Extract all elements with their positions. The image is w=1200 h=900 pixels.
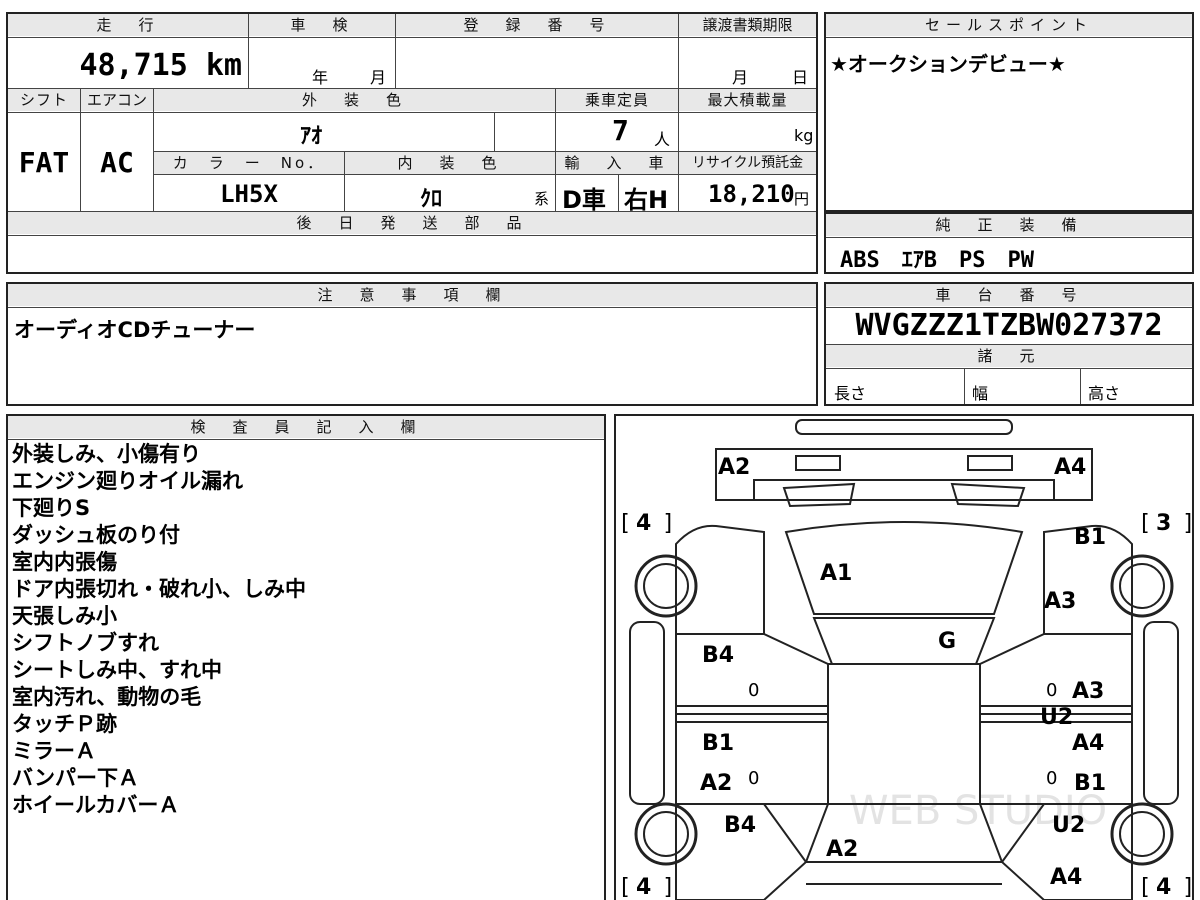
shift-value: FAT: [18, 146, 70, 179]
zero-mark: 0: [1046, 768, 1057, 789]
inspector-header: 検 査 員 記 入 欄: [8, 416, 604, 438]
caution-value: オーディオCDチューナー: [14, 318, 256, 342]
spec-header: 諸 元: [826, 345, 1192, 367]
chassis-header: 車 台 番 号: [826, 284, 1192, 306]
mark-fender-right-2: A3: [1044, 589, 1076, 614]
mark-door-rear-left-1: B1: [702, 731, 734, 756]
mark-front-right: A4: [1054, 455, 1086, 480]
zero-mark: 0: [748, 768, 759, 789]
exterior-color-value: ｱｵ: [300, 124, 323, 149]
shaken-header: 車 検: [249, 14, 395, 36]
caution-header: 注 意 事 項 欄: [8, 284, 816, 306]
capacity-header: 乗車定員: [556, 89, 678, 111]
note-line: シフトノブすれ: [12, 631, 159, 655]
svg-text:]: ]: [662, 875, 675, 900]
zero-mark: 0: [1046, 680, 1057, 701]
steering-value: 右H: [624, 186, 669, 214]
width-label: 幅: [972, 384, 989, 403]
mark-rear-center: A2: [826, 837, 858, 862]
note-line: 下廻りS: [12, 496, 91, 520]
equipment-header: 純 正 装 備: [826, 214, 1192, 236]
note-line: 天張しみ小: [12, 604, 117, 628]
registration-header: 登 録 番 号: [396, 14, 678, 36]
sales-point-value: ★オークションデビュー★: [830, 52, 1066, 76]
svg-text:[: [: [618, 875, 631, 900]
note-line: タッチＰ跡: [12, 712, 117, 736]
note-line: エンジン廻りオイル漏れ: [12, 469, 243, 493]
shift-header: シフト: [8, 89, 80, 111]
note-line: ドア内張切れ・破れ小、しみ中: [12, 577, 306, 601]
recycle-fee-value: 18,210: [708, 180, 795, 208]
car-diagram: WEB STUDIO [ ] [ ] [ ] [ ] 4 3 4 4 A2 A4…: [618, 419, 1194, 900]
capacity-value: 7: [612, 114, 629, 147]
mark-door-front-left: B4: [702, 643, 734, 668]
max-load-header: 最大積載量: [679, 89, 816, 111]
svg-text:]: ]: [1182, 875, 1194, 900]
mark-door-rear-left-2: A2: [700, 771, 732, 796]
mark-windshield: G: [938, 629, 956, 654]
shaken-month: 月: [370, 68, 387, 87]
mileage-value: 48,715 km: [79, 48, 242, 83]
import-type-value: D車: [562, 186, 606, 214]
mileage-header: 走 行: [8, 14, 248, 36]
color-number-header: カ ラ ー No．: [154, 152, 344, 174]
ac-value: AC: [100, 146, 134, 179]
recycle-fee-unit: 円: [794, 190, 810, 208]
mark-door-right-2: U2: [1040, 705, 1073, 730]
color-number-value: LH5X: [220, 180, 278, 208]
max-load-unit: kg: [794, 126, 814, 145]
svg-text:]: ]: [1182, 511, 1194, 536]
note-line: シートしみ中、すれ中: [12, 658, 222, 682]
sales-point-block: [824, 12, 1194, 212]
shaken-year: 年: [312, 68, 329, 87]
mark-fender-right: B1: [1074, 525, 1106, 550]
transfer-day: 日: [792, 68, 809, 87]
svg-text:[: [: [618, 511, 631, 536]
note-line: ホイールカバーＡ: [12, 793, 180, 817]
interior-suffix: 系: [534, 190, 550, 208]
ac-header: エアコン: [81, 89, 153, 111]
transfer-month: 月: [732, 68, 749, 87]
height-label: 高さ: [1088, 384, 1121, 403]
recycle-fee-header: リサイクル預託金: [679, 152, 816, 174]
zero-mark: 0: [748, 680, 759, 701]
mark-rear-right-2: A4: [1050, 865, 1082, 890]
chassis-number: WVGZZZ1TZBW027372: [855, 308, 1163, 343]
import-header: 輸 入 車: [556, 152, 678, 174]
note-line: 室内内張傷: [12, 550, 117, 574]
sales-point-header: セールスポイント: [826, 14, 1192, 36]
note-line: ミラーＡ: [12, 739, 96, 763]
mark-rear-left: B4: [724, 813, 756, 838]
tire-front-right-grade: 3: [1156, 511, 1171, 536]
later-parts-header: 後 日 発 送 部 品: [8, 212, 816, 234]
transfer-deadline-header: 譲渡書類期限: [679, 14, 816, 36]
tire-front-left-grade: 4: [636, 511, 651, 536]
capacity-unit: 人: [654, 130, 671, 149]
exterior-color-header: 外 装 色: [154, 89, 555, 111]
note-line: 室内汚れ、動物の毛: [12, 685, 202, 709]
note-line: 外装しみ、小傷有り: [12, 442, 201, 466]
mark-door-right-4: B1: [1074, 771, 1106, 796]
tire-rear-right-grade: 4: [1156, 875, 1171, 900]
equipment-value: ABS ｴｱB PS PW: [840, 248, 1034, 273]
note-line: ダッシュ板のり付: [12, 523, 180, 547]
svg-text:[: [: [1138, 875, 1151, 900]
length-label: 長さ: [834, 384, 867, 403]
interior-color-header: 内 装 色: [345, 152, 555, 174]
mark-rear-right-1: U2: [1052, 813, 1085, 838]
inspector-notes: 外装しみ、小傷有り エンジン廻りオイル漏れ 下廻りS ダッシュ板のり付 室内内張…: [12, 441, 306, 819]
note-line: バンパー下Ａ: [12, 766, 140, 790]
mark-front-left: A2: [718, 455, 750, 480]
interior-color-value: ｸﾛ: [420, 187, 443, 212]
mark-hood: A1: [820, 561, 852, 586]
tire-rear-left-grade: 4: [636, 875, 651, 900]
mark-door-right-1: A3: [1072, 679, 1104, 704]
mark-door-right-3: A4: [1072, 731, 1104, 756]
svg-text:[: [: [1138, 511, 1151, 536]
svg-text:]: ]: [662, 511, 675, 536]
